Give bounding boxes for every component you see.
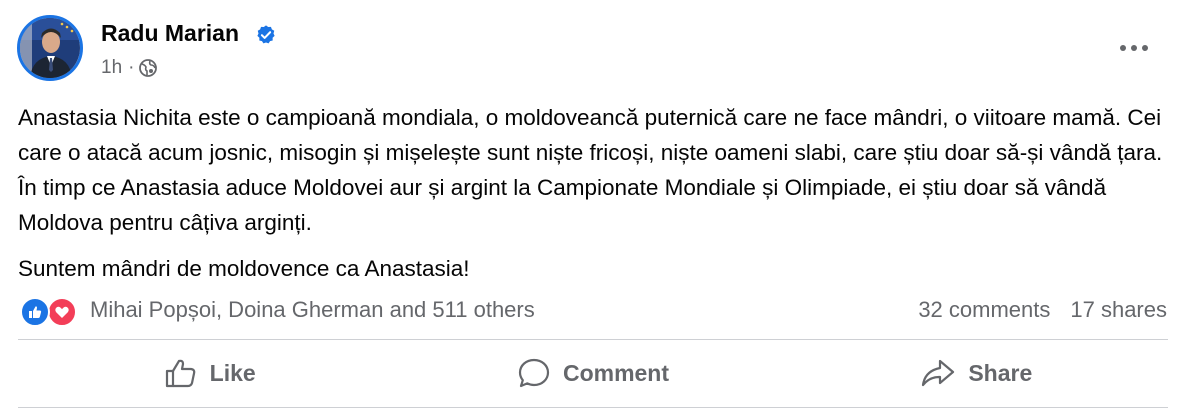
comment-icon — [518, 358, 550, 388]
like-button[interactable]: Like — [18, 341, 401, 405]
more-options-button[interactable] — [1112, 30, 1156, 66]
meta-separator: · — [128, 57, 135, 78]
post-body: Anastasia Nichita este o campioană mondi… — [18, 100, 1168, 286]
author-name[interactable]: Radu Marian — [101, 20, 239, 47]
share-button[interactable]: Share — [785, 341, 1168, 405]
divider — [18, 339, 1168, 340]
engagement-counts: 32 comments 17 shares — [918, 293, 1167, 327]
reaction-names[interactable]: Mihai Popșoi, Doina Gherman and 511 othe… — [90, 297, 535, 323]
profile-photo — [20, 18, 80, 78]
comment-button[interactable]: Comment — [401, 341, 784, 405]
post-paragraph: Suntem mândri de moldovence ca Anastasia… — [18, 256, 470, 281]
love-reaction-icon — [47, 297, 77, 327]
shares-count[interactable]: 17 shares — [1070, 297, 1167, 323]
facebook-post: Radu Marian 1h · Anastasia Nichita este … — [0, 0, 1188, 412]
globe-icon[interactable] — [138, 58, 158, 78]
verified-badge-icon — [257, 25, 275, 44]
post-meta: 1h · — [101, 57, 158, 79]
more-options-icon — [1120, 45, 1148, 51]
post-timestamp[interactable]: 1h — [101, 57, 122, 79]
divider — [18, 407, 1168, 408]
post-paragraph: Anastasia Nichita este o campioană mondi… — [18, 105, 1163, 235]
reaction-icons — [20, 295, 82, 327]
comments-count[interactable]: 32 comments — [918, 297, 1050, 323]
like-label: Like — [209, 359, 256, 386]
comment-label: Comment — [562, 359, 670, 386]
like-reaction-icon — [20, 297, 50, 327]
thumbs-up-icon — [165, 359, 195, 388]
action-bar: Like Comment Share — [18, 341, 1168, 405]
author-avatar[interactable] — [17, 15, 83, 81]
share-icon — [922, 359, 955, 387]
reactions-summary[interactable]: Mihai Popșoi, Doina Gherman and 511 othe… — [20, 293, 535, 327]
share-label: Share — [968, 359, 1033, 386]
